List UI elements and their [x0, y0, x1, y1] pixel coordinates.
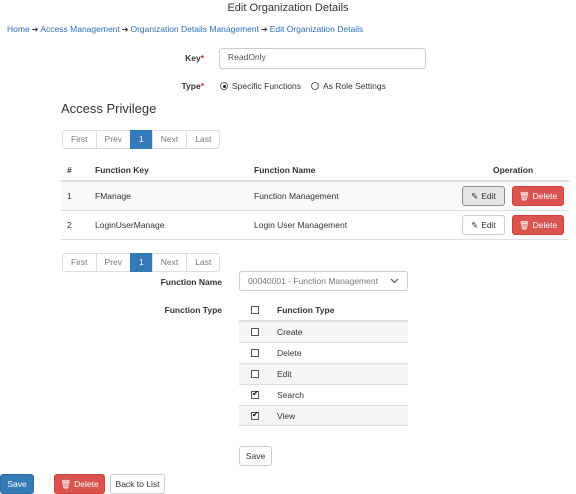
function-type-edit: Edit	[277, 369, 292, 379]
function-type-delete: Delete	[277, 348, 302, 358]
pager-next[interactable]: Next	[151, 130, 188, 149]
checkbox-edit[interactable]	[251, 370, 259, 378]
checkbox-view[interactable]	[251, 410, 259, 420]
col-function-key: Function Key	[95, 165, 149, 175]
pager-current[interactable]: 1	[130, 253, 153, 272]
function-type-row: Edit	[239, 363, 408, 384]
key-input[interactable]: ReadOnly	[219, 48, 426, 69]
function-type-header-label: Function Type	[277, 305, 335, 315]
delete-button[interactable]: 🗑 Delete	[512, 215, 564, 235]
breadcrumb-home[interactable]: Home	[7, 24, 30, 34]
pencil-icon: ✎	[471, 219, 479, 230]
function-name-label: Function Name	[160, 277, 222, 287]
row-function-key: FManage	[95, 191, 131, 201]
row-num: 2	[67, 220, 72, 230]
radio-specific-functions-label: Specific Functions	[232, 81, 301, 91]
pager-current[interactable]: 1	[130, 130, 153, 149]
trash-icon: 🗑	[60, 478, 72, 489]
breadcrumb: Home ➔ Access Management ➔ Organization Deta…	[7, 24, 363, 34]
checkbox-create[interactable]	[251, 328, 259, 336]
function-save-button[interactable]: Save	[239, 446, 272, 466]
function-type-view: View	[277, 410, 296, 421]
functions-table: # Function Key Function Name Operation 1…	[61, 160, 569, 240]
type-label: Type*	[181, 81, 204, 91]
save-button[interactable]: Save	[0, 474, 34, 494]
function-type-create: Create	[277, 327, 303, 337]
row-function-key: LoginUserManage	[95, 220, 165, 230]
radio-as-role-settings[interactable]	[310, 82, 319, 90]
select-all-checkbox[interactable]	[251, 306, 259, 314]
checkbox-delete[interactable]	[251, 349, 259, 357]
function-type-label: Function Type	[164, 305, 222, 315]
delete-button-label: Delete	[532, 220, 558, 230]
delete-organization-button[interactable]: 🗑 Delete	[54, 474, 105, 494]
page-title: Edit Organization Details	[227, 2, 349, 14]
row-num: 1	[67, 191, 72, 201]
pager-next[interactable]: Next	[151, 253, 188, 272]
function-type-header: Function Type	[239, 300, 408, 321]
back-to-list-button[interactable]: Back to List	[110, 474, 165, 494]
function-type-row: Search	[239, 384, 408, 405]
delete-button-label: Delete	[532, 191, 558, 201]
col-num: #	[67, 165, 72, 175]
function-name-select[interactable]: 00040001 - Function Management	[239, 271, 408, 291]
pager-first[interactable]: First	[62, 253, 97, 272]
arrow-right-icon: ➔	[31, 25, 39, 34]
function-type-row: Create	[239, 321, 408, 342]
delete-organization-label: Delete	[74, 479, 99, 489]
row-function-name: Login User Management	[254, 220, 348, 230]
checkbox-search[interactable]	[251, 389, 259, 399]
col-operation: Operation	[493, 165, 534, 175]
pager-last[interactable]: Last	[186, 253, 221, 272]
edit-button-label: Edit	[481, 220, 496, 230]
trash-icon: 🗑	[518, 219, 530, 230]
radio-specific-functions[interactable]	[220, 82, 228, 90]
breadcrumb-organization-details-management[interactable]: Organization Details Management	[130, 24, 259, 34]
pencil-icon: ✎	[471, 190, 479, 201]
delete-button[interactable]: 🗑 Delete	[512, 186, 564, 206]
edit-button-label: Edit	[481, 191, 496, 201]
edit-button[interactable]: ✎ Edit	[462, 186, 505, 206]
pager-bottom: First Prev 1 Next Last	[62, 253, 221, 272]
type-radio-group: Specific Functions As Role Settings	[220, 81, 386, 91]
key-label: Key*	[185, 53, 204, 63]
table-row: 2 LoginUserManage Login User Management …	[61, 211, 569, 240]
arrow-right-icon: ➔	[260, 25, 268, 34]
pager-first[interactable]: First	[62, 130, 97, 149]
row-function-name: Function Management	[254, 191, 339, 201]
trash-icon: 🗑	[518, 190, 530, 201]
breadcrumb-access-management[interactable]: Access Management	[40, 24, 119, 34]
function-name-value: 00040001 - Function Management	[248, 276, 378, 286]
arrow-right-icon: ➔	[121, 25, 129, 34]
section-title: Access Privilege	[61, 101, 157, 116]
pager-prev[interactable]: Prev	[95, 253, 132, 272]
radio-as-role-settings-label: As Role Settings	[322, 81, 386, 91]
chevron-down-icon	[390, 276, 399, 286]
table-header: # Function Key Function Name Operation	[61, 160, 569, 182]
col-function-name: Function Name	[254, 165, 316, 175]
breadcrumb-edit-organization-details[interactable]: Edit Organization Details	[270, 24, 364, 34]
pager-prev[interactable]: Prev	[95, 130, 132, 149]
pager-last[interactable]: Last	[186, 130, 221, 149]
pager-top: First Prev 1 Next Last	[62, 130, 221, 149]
function-type-table: Function Type Create Delete Edit Search …	[239, 300, 408, 426]
edit-button[interactable]: ✎ Edit	[462, 215, 505, 235]
table-row: 1 FManage Function Management ✎ Edit 🗑 Del…	[61, 182, 569, 211]
function-type-search: Search	[277, 390, 304, 400]
function-type-row: View	[239, 405, 408, 426]
function-type-row: Delete	[239, 342, 408, 363]
